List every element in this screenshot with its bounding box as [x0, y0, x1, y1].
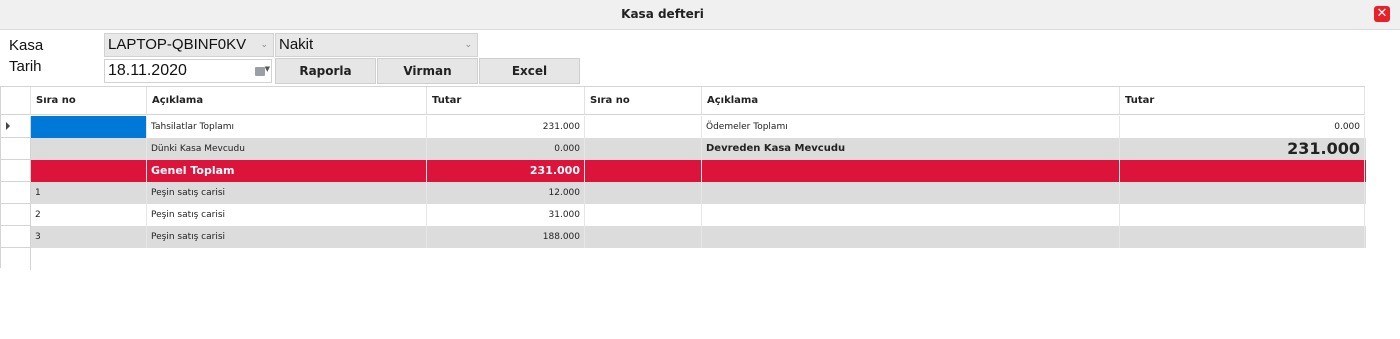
tutar-cell[interactable]: 231.000: [427, 160, 585, 182]
payment-type-value: Nakit: [279, 36, 314, 53]
kasa-select[interactable]: LAPTOP-QBINF0KV ⌄: [104, 33, 274, 57]
aciklama-cell-right[interactable]: Devreden Kasa Mevcudu: [702, 138, 1120, 160]
date-picker[interactable]: 18.11.2020 ▼: [104, 59, 272, 83]
sira-cell-right[interactable]: [585, 160, 702, 182]
column-header-sira-no[interactable]: Sıra no: [31, 87, 147, 115]
tutar-cell-right[interactable]: 0.000: [1120, 116, 1365, 138]
sira-cell[interactable]: [31, 116, 147, 138]
raporla-button[interactable]: Raporla: [275, 58, 376, 84]
aciklama-cell[interactable]: Peşin satış carisi: [147, 182, 427, 204]
chevron-down-icon: ⌄: [464, 40, 472, 50]
column-header-aciklama-right[interactable]: Açıklama: [702, 87, 1120, 115]
sira-cell[interactable]: 1: [31, 182, 147, 204]
column-header-tutar[interactable]: Tutar: [427, 87, 585, 115]
dropdown-arrow-icon: ▼: [264, 65, 270, 73]
tutar-cell-right[interactable]: [1120, 204, 1365, 226]
column-header-sira-no-right[interactable]: Sıra no: [585, 87, 702, 115]
tutar-cell-right[interactable]: [1120, 182, 1365, 204]
row-indicator-header: [1, 87, 31, 115]
table-row[interactable]: 1 Peşin satış carisi 12.000: [31, 182, 1366, 204]
kasa-grid: Sıra no Açıklama Tutar Sıra no Açıklama …: [0, 86, 1366, 270]
column-header-aciklama[interactable]: Açıklama: [147, 87, 427, 115]
row-indicator[interactable]: [1, 204, 31, 226]
sira-cell[interactable]: [31, 160, 147, 182]
table-row[interactable]: Tahsilatlar Toplamı 231.000 Ödemeler Top…: [31, 116, 1366, 138]
tutar-cell-right[interactable]: [1120, 226, 1365, 248]
payment-type-select[interactable]: Nakit ⌄: [275, 33, 478, 57]
close-button[interactable]: ✕: [1374, 6, 1390, 22]
aciklama-cell-right[interactable]: [702, 160, 1120, 182]
row-indicator[interactable]: [1, 226, 31, 248]
aciklama-cell[interactable]: Dünki Kasa Mevcudu: [147, 138, 427, 160]
new-row-indicator[interactable]: [1, 248, 31, 270]
sira-cell-right[interactable]: [585, 138, 702, 160]
total-row[interactable]: Genel Toplam 231.000: [31, 160, 1366, 182]
calendar-icon: [255, 67, 265, 76]
tarih-label: Tarih: [9, 58, 42, 75]
aciklama-cell[interactable]: Tahsilatlar Toplamı: [147, 116, 427, 138]
aciklama-cell[interactable]: Peşin satış carisi: [147, 204, 427, 226]
sira-cell-right[interactable]: [585, 204, 702, 226]
table-row[interactable]: 3 Peşin satış carisi 188.000: [31, 226, 1366, 248]
close-icon: ✕: [1376, 6, 1388, 21]
kasa-label: Kasa: [9, 37, 44, 54]
excel-button[interactable]: Excel: [479, 58, 580, 84]
sira-cell-right[interactable]: [585, 182, 702, 204]
row-indicator[interactable]: [1, 182, 31, 204]
row-indicator[interactable]: [1, 116, 31, 138]
kasa-defteri-window: Kasa defteri ✕ Kasa Tarih LAPTOP-QBINF0K…: [0, 0, 1400, 339]
kasa-select-value: LAPTOP-QBINF0KV: [108, 36, 247, 53]
aciklama-cell-right[interactable]: [702, 182, 1120, 204]
sira-cell-right[interactable]: [585, 116, 702, 138]
row-indicator[interactable]: [1, 160, 31, 182]
aciklama-cell-right[interactable]: Ödemeler Toplamı: [702, 116, 1120, 138]
table-row[interactable]: Dünki Kasa Mevcudu 0.000 Devreden Kasa M…: [31, 138, 1366, 160]
sira-cell-right[interactable]: [585, 226, 702, 248]
table-row[interactable]: 2 Peşin satış carisi 31.000: [31, 204, 1366, 226]
sira-cell[interactable]: 3: [31, 226, 147, 248]
window-title: Kasa defteri: [621, 7, 704, 21]
tutar-cell[interactable]: 12.000: [427, 182, 585, 204]
chevron-down-icon: ⌄: [260, 40, 268, 50]
column-header-tutar-right[interactable]: Tutar: [1120, 87, 1365, 115]
virman-button[interactable]: Virman: [377, 58, 478, 84]
sira-cell[interactable]: [31, 138, 147, 160]
aciklama-cell-right[interactable]: [702, 204, 1120, 226]
tutar-cell[interactable]: 31.000: [427, 204, 585, 226]
tutar-cell[interactable]: 231.000: [427, 116, 585, 138]
title-bar: Kasa defteri ✕: [0, 0, 1400, 30]
tutar-cell-right[interactable]: [1120, 160, 1365, 182]
tutar-cell-right[interactable]: 231.000: [1120, 138, 1365, 160]
current-row-arrow-icon: [6, 122, 10, 130]
aciklama-cell[interactable]: Peşin satış carisi: [147, 226, 427, 248]
aciklama-cell[interactable]: Genel Toplam: [147, 160, 427, 182]
date-value: 18.11.2020: [108, 62, 187, 79]
tutar-cell[interactable]: 188.000: [427, 226, 585, 248]
sira-cell[interactable]: 2: [31, 204, 147, 226]
row-indicator[interactable]: [1, 138, 31, 160]
aciklama-cell-right[interactable]: [702, 226, 1120, 248]
tutar-cell[interactable]: 0.000: [427, 138, 585, 160]
